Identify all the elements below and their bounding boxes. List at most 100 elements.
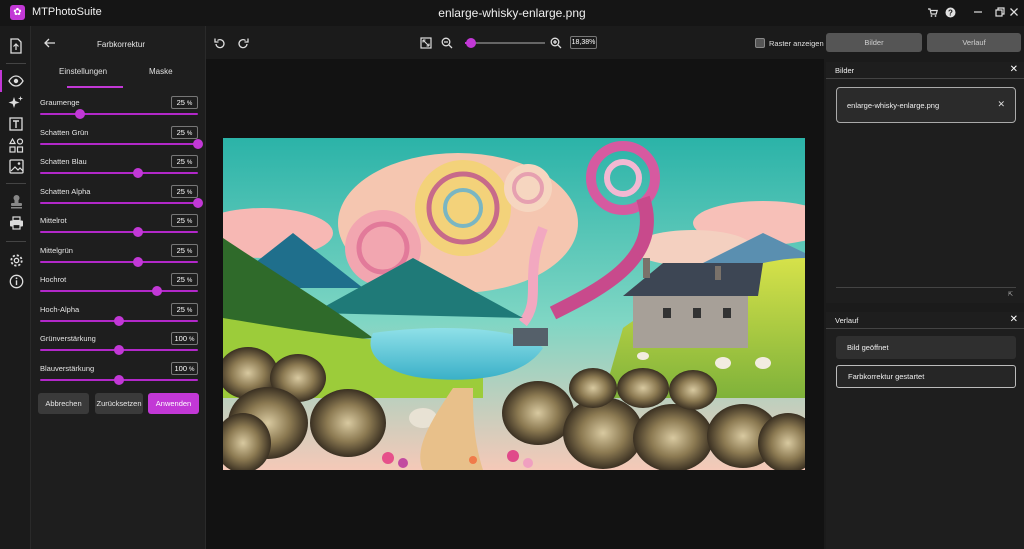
canvas-area[interactable] (206, 59, 824, 549)
slider-label: Mittelgrün (40, 245, 73, 255)
window-title: enlarge-whisky-enlarge.png (438, 6, 586, 20)
history-panel-title: Verlauf (835, 316, 859, 325)
slider-value-number: 25 (176, 275, 185, 284)
slider-thumb[interactable] (114, 374, 124, 385)
slider-value-number: 100 (174, 363, 188, 373)
active-tab-indicator (67, 86, 123, 88)
slider-value-unit: % (187, 189, 193, 196)
reset-button[interactable]: Zurücksetzen (95, 393, 143, 414)
remove-image-icon[interactable]: ✕ (997, 99, 1005, 110)
slider-value-input[interactable]: 100 % (171, 332, 198, 345)
slider-label: Schatten Blau (40, 157, 87, 166)
slider-value-unit: % (187, 248, 193, 255)
cancel-button[interactable]: Abbrechen (38, 393, 89, 414)
slider-row: Schatten Blau 25 % (40, 155, 198, 183)
apply-button[interactable]: Anwenden (148, 393, 199, 414)
slider-thumb[interactable] (75, 109, 85, 119)
slider-track[interactable] (40, 231, 198, 233)
slider-track[interactable] (40, 172, 198, 174)
slider-label: Graumenge (40, 98, 80, 107)
image-edit-icon[interactable] (7, 157, 25, 175)
zoom-value-input[interactable]: 18,38% (570, 36, 597, 49)
slider-value-input[interactable]: 25 % (171, 273, 198, 286)
title-bar: ✿ MTPhotoSuite enlarge-whisky-enlarge.pn… (0, 0, 1024, 26)
slider-thumb[interactable] (133, 256, 143, 267)
slider-value-input[interactable]: 100 % (171, 361, 198, 375)
slider-value-number: 25 (176, 157, 185, 166)
slider-thumb[interactable] (114, 345, 124, 355)
slider-value-unit: % (187, 101, 193, 107)
app-logo-icon: ✿ (10, 5, 25, 20)
slider-track[interactable] (40, 290, 198, 292)
slider-value-input[interactable]: 25 % (171, 184, 198, 198)
zoom-out-icon[interactable] (440, 36, 453, 49)
edited-image[interactable] (223, 138, 805, 470)
undo-icon[interactable] (213, 36, 226, 49)
panel-title: Farbkorrektur (96, 40, 145, 49)
slider-value-number: 100 (174, 334, 188, 343)
tab-mask[interactable]: Maske (149, 67, 173, 76)
slider-thumb[interactable] (193, 197, 203, 208)
slider-value-unit: % (187, 307, 193, 314)
close-window-icon[interactable] (1006, 4, 1022, 20)
slider-value-unit: % (187, 130, 193, 137)
slider-thumb[interactable] (133, 168, 143, 178)
history-item-active[interactable]: Farbkorrektur gestartet (836, 365, 1016, 388)
slider-label: Grünverstärkung (40, 334, 96, 343)
images-panel-button[interactable]: Bilder (826, 33, 922, 52)
redo-icon[interactable] (236, 36, 249, 49)
text-tool-icon[interactable] (7, 115, 25, 133)
slider-thumb[interactable] (133, 227, 143, 237)
slider-value-unit: % (187, 219, 193, 225)
ai-sparkle-icon[interactable] (7, 94, 25, 112)
slider-value-unit: % (187, 278, 193, 284)
image-file-card[interactable]: enlarge-whisky-enlarge.png ✕ (836, 87, 1016, 123)
slider-thumb[interactable] (152, 286, 162, 296)
slider-track[interactable] (40, 201, 198, 204)
slider-value-input[interactable]: 25 % (171, 155, 198, 168)
tab-settings[interactable]: Einstellungen (59, 67, 107, 76)
slider-row: Schatten Alpha 25 % (40, 184, 203, 213)
back-arrow-icon[interactable] (43, 36, 57, 50)
slider-value-input[interactable]: 25 % (171, 125, 198, 139)
canvas-toolbar: 18,38% (206, 26, 824, 59)
left-toolbar (0, 26, 31, 549)
history-panel-header: Verlauf ✕ (826, 312, 1024, 329)
cart-icon[interactable] (924, 4, 940, 20)
import-file-icon[interactable] (7, 37, 25, 55)
info-icon[interactable] (7, 272, 25, 290)
slider-label: Mittelrot (40, 216, 67, 225)
slider-track[interactable] (40, 260, 198, 263)
show-grid-checkbox[interactable] (755, 38, 765, 48)
settings-gear-icon[interactable] (7, 251, 25, 269)
slider-value-input[interactable]: 25 % (171, 96, 198, 109)
active-tool-indicator (0, 70, 2, 92)
resize-grip-icon[interactable]: ⇱ (1008, 291, 1013, 298)
history-item[interactable]: Bild geöffnet (836, 336, 1016, 359)
slider-value-unit: % (187, 160, 193, 166)
slider-row: Grünverstärkung 100 % (40, 332, 198, 360)
slider-track[interactable] (40, 142, 198, 145)
slider-value-input[interactable]: 25 % (171, 214, 198, 227)
help-icon[interactable]: ? (942, 4, 958, 20)
fit-to-screen-icon[interactable] (419, 36, 432, 49)
panel-header: Farbkorrektur (31, 26, 206, 60)
slider-thumb[interactable] (193, 138, 203, 149)
zoom-slider-thumb[interactable] (466, 38, 476, 48)
slider-value-input[interactable]: 25 % (171, 302, 198, 316)
minimize-icon[interactable] (970, 4, 986, 20)
slider-thumb[interactable] (114, 315, 124, 326)
close-images-panel-icon[interactable]: ✕ (1010, 64, 1018, 75)
history-panel-button[interactable]: Verlauf (927, 33, 1021, 52)
print-icon[interactable] (7, 214, 25, 232)
app-name: MTPhotoSuite (32, 6, 102, 18)
close-history-panel-icon[interactable]: ✕ (1010, 314, 1018, 325)
view-eye-icon[interactable] (7, 72, 25, 90)
zoom-in-icon[interactable] (549, 36, 562, 49)
stamp-icon[interactable] (7, 192, 25, 210)
slider-track[interactable] (40, 113, 198, 115)
slider-value-input[interactable]: 25 % (171, 243, 198, 257)
shapes-icon[interactable] (7, 136, 25, 154)
zoom-slider[interactable] (465, 38, 545, 48)
slider-value-unit: % (189, 337, 195, 343)
